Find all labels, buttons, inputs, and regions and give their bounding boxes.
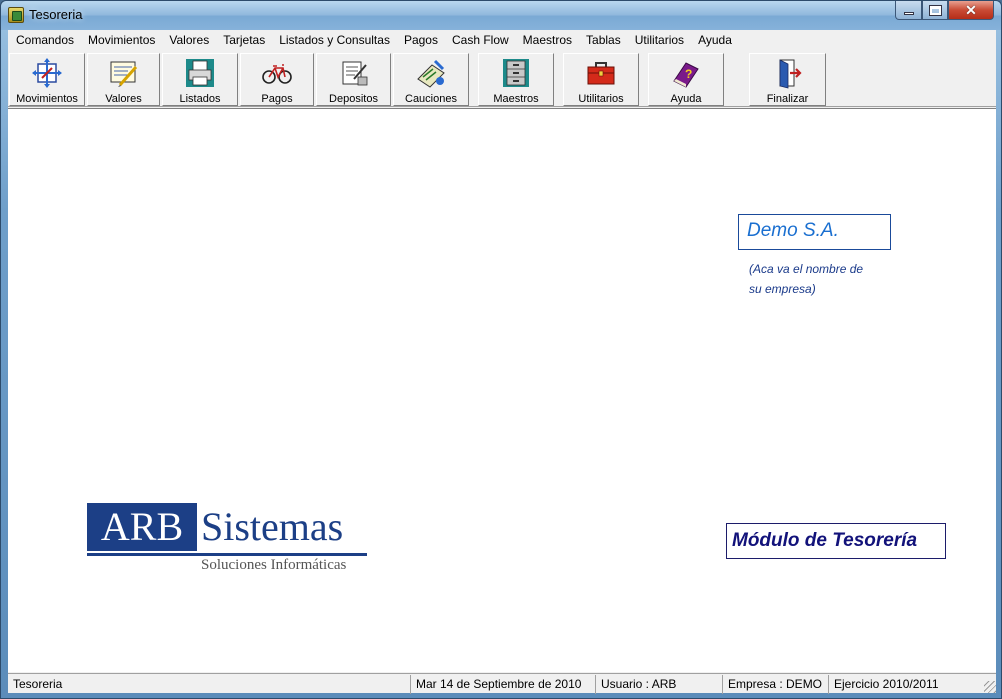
toolbar-finalizar-button[interactable]: Finalizar [749,53,826,106]
menu-pagos[interactable]: Pagos [397,30,445,50]
help-book-icon: ? [670,57,702,89]
toolbar-ayuda-button[interactable]: ? Ayuda [648,53,724,106]
menu-utilitarios[interactable]: Utilitarios [628,30,691,50]
close-icon: ✕ [965,1,977,18]
status-company: Empresa : DEMO [722,675,828,694]
toolbar: Movimientos Valores Listados Pagos Depos… [8,51,996,107]
application-window: Tesoreria ✕ Comandos Movimientos Valores… [0,0,1002,699]
toolbar-cauciones-label: Cauciones [405,93,457,105]
toolbar-listados-button[interactable]: Listados [162,53,238,106]
toolbar-valores-button[interactable]: Valores [87,53,160,106]
movements-icon [31,57,63,89]
menu-movimientos[interactable]: Movimientos [81,30,162,50]
module-title: Módulo de Tesorería [732,530,918,551]
toolbar-pagos-button[interactable]: Pagos [240,53,314,106]
toolbar-depositos-button[interactable]: Depositos [316,53,391,106]
bicycle-icon [261,57,293,89]
main-workspace: Demo S.A. (Aca va el nombre de su empres… [8,108,996,672]
menu-maestros[interactable]: Maestros [516,30,579,50]
minimize-button[interactable] [895,1,922,20]
status-bar: Tesoreria Mar 14 de Septiembre de 2010 U… [8,673,996,694]
status-app: Tesoreria [13,677,63,691]
toolbox-icon [585,57,617,89]
toolbar-utilitarios-label: Utilitarios [578,93,624,105]
toolbar-finalizar-label: Finalizar [766,93,809,105]
toolbar-maestros-label: Maestros [493,93,539,105]
toolbar-valores-label: Valores [105,93,142,105]
status-user: Usuario : ARB [595,675,722,694]
toolbar-ayuda-label: Ayuda [670,93,702,105]
toolbar-movimientos-button[interactable]: Movimientos [9,53,85,106]
window-title: Tesoreria [29,7,83,22]
toolbar-pagos-label: Pagos [261,93,293,105]
menu-listados-consultas[interactable]: Listados y Consultas [272,30,397,50]
maximize-button[interactable] [922,1,948,20]
company-note-line2: su empresa) [749,282,816,296]
toolbar-utilitarios-button[interactable]: Utilitarios [563,53,639,106]
toolbar-cauciones-button[interactable]: Cauciones [393,53,469,106]
menu-valores[interactable]: Valores [162,30,216,50]
company-name: Demo S.A. [747,220,839,241]
toolbar-depositos-label: Depositos [329,93,378,105]
menu-bar: Comandos Movimientos Valores Tarjetas Li… [8,30,996,50]
status-date: Mar 14 de Septiembre de 2010 [410,675,595,694]
title-bar[interactable]: Tesoreria ✕ [1,1,1001,30]
logo-arb: ARB [87,503,197,551]
resize-grip[interactable] [984,681,996,693]
logo-sistemas: Sistemas [201,504,344,549]
close-button[interactable]: ✕ [948,1,994,20]
minimize-icon [903,11,914,15]
arb-sistemas-logo: ARB Sistemas Soluciones Informáticas [87,503,367,583]
menu-tarjetas[interactable]: Tarjetas [216,30,272,50]
company-note: (Aca va el nombre de su empresa) [749,259,899,299]
menu-cash-flow[interactable]: Cash Flow [445,30,516,50]
menu-tablas[interactable]: Tablas [579,30,628,50]
logo-tagline: Soluciones Informáticas [201,557,347,573]
toolbar-maestros-button[interactable]: Maestros [478,53,554,106]
toolbar-listados-label: Listados [179,93,221,105]
status-period: Ejercicio 2010/2011 [828,675,996,694]
company-name-box: Demo S.A. [738,214,891,250]
bonds-icon [415,57,447,89]
logo-divider [87,553,367,556]
toolbar-movimientos-label: Movimientos [16,93,78,105]
module-title-box: Módulo de Tesorería [726,523,946,559]
values-icon [108,57,140,89]
client-area: Comandos Movimientos Valores Tarjetas Li… [8,30,996,694]
deposit-icon [338,57,370,89]
printer-icon [184,57,216,89]
cabinet-icon [500,57,532,89]
menu-ayuda[interactable]: Ayuda [691,30,739,50]
company-note-line1: (Aca va el nombre de [749,262,864,276]
maximize-icon [928,4,942,16]
menu-comandos[interactable]: Comandos [9,30,81,50]
exit-door-icon [772,57,804,89]
app-icon[interactable] [8,7,24,23]
svg-text:?: ? [685,67,692,81]
